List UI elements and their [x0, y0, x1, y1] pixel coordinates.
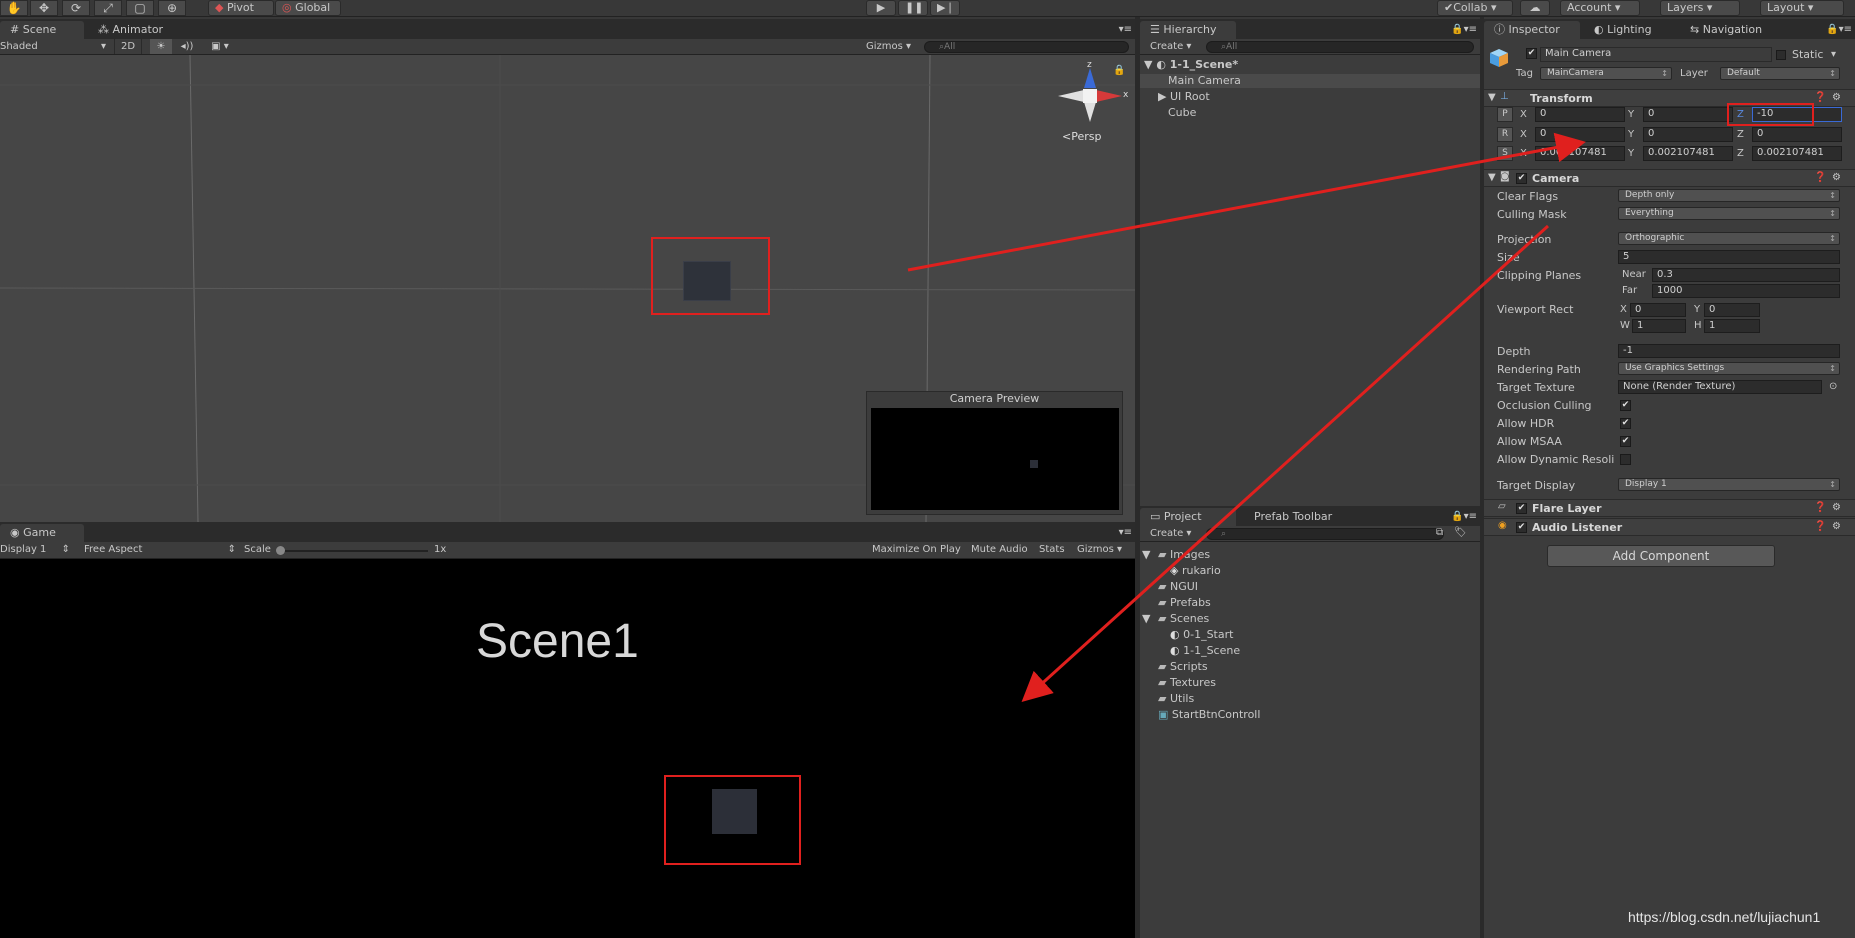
watermark-text: https://blog.csdn.net/lujiachun1	[1628, 909, 1821, 925]
annotation-arrows	[907, 132, 1586, 703]
